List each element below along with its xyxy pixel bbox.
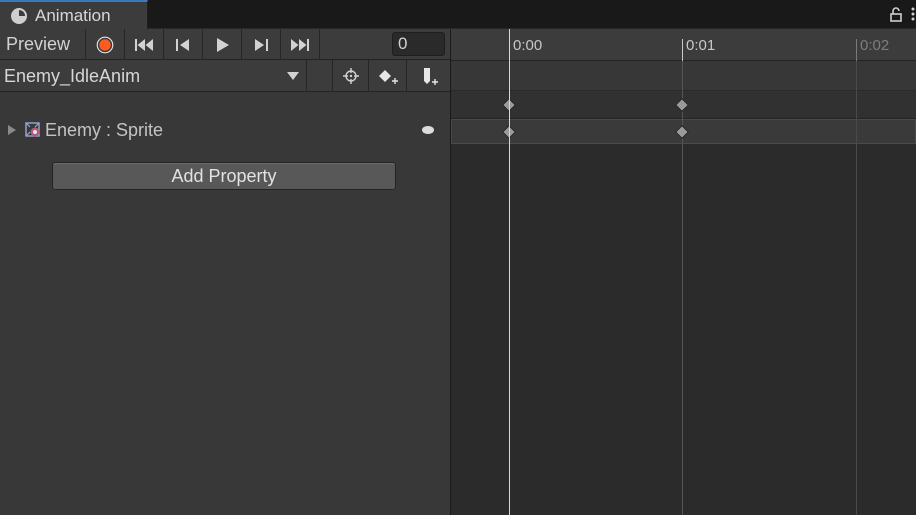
add-keyframe-button[interactable]	[369, 60, 407, 92]
event-lane[interactable]	[451, 61, 916, 91]
playback-toolbar: Preview 0	[0, 29, 450, 60]
tick-label: 0:01	[686, 37, 716, 54]
sprite-renderer-icon	[25, 122, 40, 137]
previous-keyframe-button[interactable]	[164, 29, 203, 60]
add-keyframe-icon	[378, 70, 398, 84]
step-back-icon	[176, 38, 189, 51]
frame-number-field[interactable]: 0	[392, 32, 445, 56]
lock-icon[interactable]	[888, 6, 904, 22]
skip-to-start-icon	[135, 38, 153, 51]
add-property-button[interactable]: Add Property	[52, 162, 396, 190]
tab-animation[interactable]: Animation	[0, 0, 148, 29]
dopesheet-timeline[interactable]: 0:00 0:01 0:02	[451, 29, 916, 515]
property-options-dot[interactable]	[422, 126, 434, 134]
time-ruler[interactable]: 0:00 0:01 0:02	[451, 29, 916, 61]
play-icon	[217, 37, 229, 52]
property-row[interactable]: Enemy : Sprite	[0, 116, 450, 144]
tick-label: 0:00	[513, 37, 543, 54]
last-keyframe-button[interactable]	[281, 29, 320, 60]
crosshair-icon	[342, 68, 359, 84]
property-label: Enemy : Sprite	[45, 120, 164, 140]
window-tab-bar: Animation	[0, 0, 916, 29]
playhead[interactable]	[509, 29, 510, 515]
tab-actions	[888, 0, 916, 28]
clip-dropdown[interactable]: Enemy_IdleAnim	[0, 60, 307, 92]
foldout-arrow-icon[interactable]	[7, 124, 17, 136]
major-tick	[682, 39, 683, 61]
add-event-icon	[423, 68, 438, 85]
first-keyframe-button[interactable]	[125, 29, 164, 60]
next-keyframe-button[interactable]	[242, 29, 281, 60]
filter-by-selection-button[interactable]	[333, 60, 369, 92]
record-button[interactable]	[86, 29, 125, 60]
kebab-menu-icon[interactable]	[910, 6, 916, 22]
tick-label: 0:02	[860, 37, 890, 54]
chevron-down-icon	[287, 72, 299, 80]
add-event-button[interactable]	[407, 60, 450, 92]
properties-panel: Preview 0 Enemy_IdleAnim Enemy: Sprite …	[0, 29, 450, 515]
skip-to-end-icon	[291, 38, 309, 51]
clock-icon	[11, 7, 27, 24]
play-button[interactable]	[203, 29, 242, 60]
clip-name: Enemy_IdleAnim	[4, 65, 141, 86]
time-gridline	[856, 61, 857, 515]
step-forward-icon	[255, 38, 268, 51]
preview-toggle[interactable]: Preview	[0, 29, 86, 60]
major-tick	[856, 39, 857, 61]
clip-toolbar-spacer	[307, 60, 333, 92]
record-icon	[96, 36, 114, 53]
clip-toolbar: Enemy_IdleAnim	[0, 60, 450, 92]
tab-title: Animation	[35, 5, 111, 25]
